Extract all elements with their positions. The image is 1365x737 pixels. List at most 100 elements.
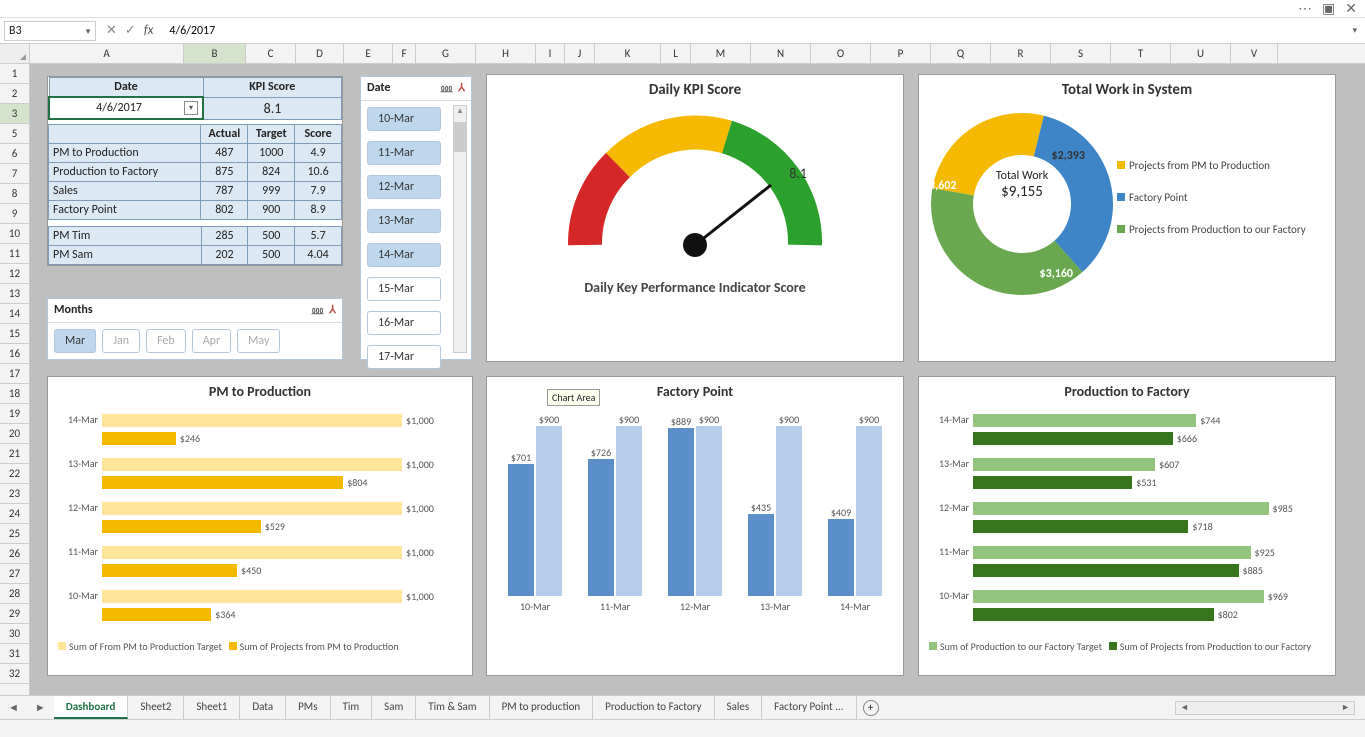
row-header[interactable]: 6	[0, 144, 29, 164]
row-header[interactable]: 16	[0, 344, 29, 364]
donut-chart-panel: Total Work in System Total Work$9,155 $2…	[918, 74, 1336, 362]
close-icon[interactable]: ✕	[1345, 0, 1357, 17]
sheet-tab[interactable]: Factory Point ...	[762, 696, 856, 719]
sheet-tab[interactable]: Tim	[331, 696, 373, 719]
row-header[interactable]: 27	[0, 564, 29, 584]
slicer-item[interactable]: 16-Mar	[367, 311, 441, 335]
column-header[interactable]: B	[184, 44, 246, 63]
row-header[interactable]: 5	[0, 124, 29, 144]
slicer-item[interactable]: Apr	[192, 329, 231, 353]
sheet-tab[interactable]: Dashboard	[54, 696, 129, 719]
column-header[interactable]: O	[811, 44, 871, 63]
slicer-item[interactable]: 17-Mar	[367, 345, 441, 369]
row-header[interactable]: 31	[0, 644, 29, 664]
slicer-item[interactable]: 15-Mar	[367, 277, 441, 301]
row-header[interactable]: 24	[0, 504, 29, 524]
sheet-tab[interactable]: Tim & Sam	[416, 696, 489, 719]
row-header[interactable]: 30	[0, 624, 29, 644]
cancel-icon[interactable]: ✕	[106, 23, 117, 38]
column-header[interactable]: K	[595, 44, 661, 63]
column-header[interactable]: J	[565, 44, 595, 63]
sheet-tab[interactable]: PMs	[286, 696, 330, 719]
row-header[interactable]: 32	[0, 664, 29, 684]
row-header[interactable]: 17	[0, 364, 29, 384]
row-header[interactable]: 11	[0, 244, 29, 264]
row-header[interactable]: 26	[0, 544, 29, 564]
column-header[interactable]: G	[416, 44, 476, 63]
row-header[interactable]: 12	[0, 264, 29, 284]
row-header[interactable]: 23	[0, 484, 29, 504]
tab-nav-next-icon[interactable]: ►	[27, 701, 54, 714]
tab-nav-prev-icon[interactable]: ◄	[0, 701, 27, 714]
column-header[interactable]: A	[30, 44, 184, 63]
row-header[interactable]: 20	[0, 424, 29, 444]
clear-filter-icon[interactable]: ⅄	[458, 81, 465, 96]
row-header[interactable]: 22	[0, 464, 29, 484]
formula-expand-icon[interactable]: ▾	[1344, 25, 1365, 36]
slicer-item[interactable]: 10-Mar	[367, 107, 441, 131]
row-header[interactable]: 28	[0, 584, 29, 604]
row-header[interactable]: 25	[0, 524, 29, 544]
restore-icon[interactable]: ▣	[1322, 0, 1335, 17]
row-header[interactable]: 15	[0, 324, 29, 344]
date-dropdown-icon[interactable]: ▾	[184, 101, 198, 115]
row-header[interactable]: 1	[0, 64, 29, 84]
slicer-item[interactable]: Feb	[146, 329, 186, 353]
row-header[interactable]: 19	[0, 404, 29, 424]
column-header[interactable]: H	[476, 44, 536, 63]
column-header[interactable]: T	[1111, 44, 1171, 63]
add-sheet-button[interactable]: +	[863, 700, 879, 716]
name-box[interactable]: B3▼	[4, 21, 96, 41]
slicer-scrollbar[interactable]: ▲	[453, 105, 467, 353]
row-header[interactable]: 13	[0, 284, 29, 304]
horizontal-scrollbar[interactable]: ◄►	[879, 701, 1365, 715]
select-all-corner[interactable]	[0, 44, 30, 63]
column-header[interactable]: P	[871, 44, 931, 63]
column-header[interactable]: L	[661, 44, 691, 63]
slicer-item[interactable]: Jan	[102, 329, 140, 353]
formula-bar[interactable]	[169, 21, 1344, 41]
sheet-tab[interactable]: Production to Factory	[593, 696, 714, 719]
column-header[interactable]: N	[751, 44, 811, 63]
sheet-tab[interactable]: Sheet1	[184, 696, 240, 719]
chart-legend: Sum of From PM to Production Target Sum …	[48, 634, 472, 659]
column-header[interactable]: U	[1171, 44, 1231, 63]
fx-icon[interactable]: fx	[144, 23, 154, 38]
row-header[interactable]: 7	[0, 164, 29, 184]
slicer-item[interactable]: 11-Mar	[367, 141, 441, 165]
row-header[interactable]: 18	[0, 384, 29, 404]
multiselect-icon[interactable]: ⅏	[441, 81, 452, 96]
column-header[interactable]: I	[536, 44, 565, 63]
multiselect-icon[interactable]: ⅏	[312, 303, 323, 318]
sheet-tab[interactable]: PM to production	[490, 696, 594, 719]
clear-filter-icon[interactable]: ⅄	[329, 303, 336, 318]
slicer-item[interactable]: 13-Mar	[367, 209, 441, 233]
row-header[interactable]: 21	[0, 444, 29, 464]
column-header[interactable]: S	[1051, 44, 1111, 63]
column-header[interactable]: C	[246, 44, 296, 63]
row-header[interactable]: 29	[0, 604, 29, 624]
column-header[interactable]: V	[1231, 44, 1278, 63]
row-header[interactable]: 9	[0, 204, 29, 224]
minimize-icon[interactable]: ⋯	[1298, 0, 1312, 17]
column-header[interactable]: R	[991, 44, 1051, 63]
column-header[interactable]: M	[691, 44, 751, 63]
column-header[interactable]: Q	[931, 44, 991, 63]
enter-icon[interactable]: ✓	[125, 23, 136, 38]
row-header[interactable]: 2	[0, 84, 29, 104]
sheet-tab[interactable]: Sheet2	[128, 696, 184, 719]
row-header[interactable]: 10	[0, 224, 29, 244]
sheet-tab[interactable]: Sales	[715, 696, 763, 719]
slicer-item[interactable]: 12-Mar	[367, 175, 441, 199]
slicer-item[interactable]: 14-Mar	[367, 243, 441, 267]
row-header[interactable]: 14	[0, 304, 29, 324]
row-header[interactable]: 8	[0, 184, 29, 204]
column-header[interactable]: D	[296, 44, 344, 63]
sheet-tab[interactable]: Sam	[372, 696, 416, 719]
slicer-item[interactable]: May	[237, 329, 280, 353]
row-header[interactable]: 3	[0, 104, 29, 124]
column-header[interactable]: E	[344, 44, 393, 63]
column-header[interactable]: F	[393, 44, 416, 63]
slicer-item[interactable]: Mar	[54, 329, 96, 353]
sheet-tab[interactable]: Data	[240, 696, 286, 719]
